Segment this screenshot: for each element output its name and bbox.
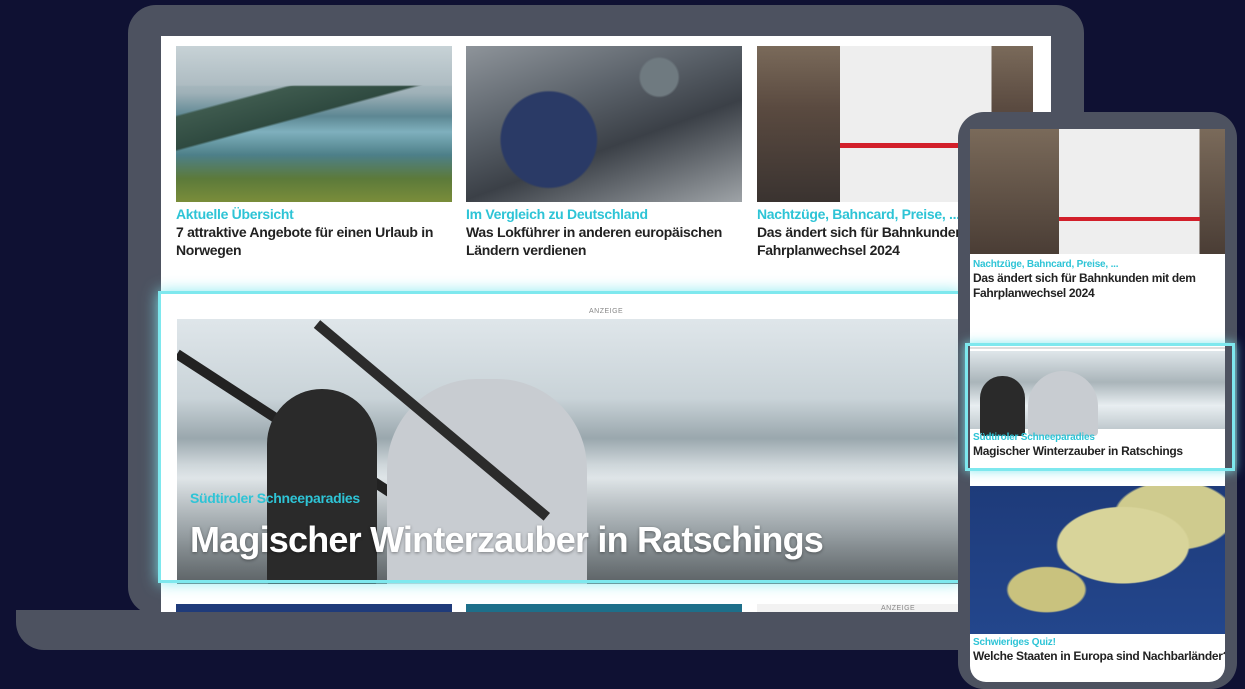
article-headline[interactable]: Welche Staaten in Europa sind Nachbarlän…	[973, 649, 1225, 664]
europe-map-thumbnail[interactable]	[176, 604, 452, 612]
ad-label: ANZEIGE	[881, 605, 916, 612]
article-kicker: Nachtzüge, Bahncard, Preise, ...	[973, 259, 1119, 270]
article-kicker: Aktuelle Übersicht	[176, 206, 294, 222]
phone-article-quiz[interactable]: Schwieriges Quiz! Welche Staaten in Euro…	[970, 634, 1225, 664]
phone-highlight-frame	[965, 343, 1235, 471]
article-card-norway[interactable]: Aktuelle Übersicht 7 attraktive Angebote…	[176, 46, 452, 259]
aurora-thumbnail[interactable]	[466, 604, 742, 612]
norway-fjord-image	[176, 46, 452, 202]
train-cockpit-image	[466, 46, 742, 202]
article-kicker: Im Vergleich zu Deutschland	[466, 206, 648, 222]
article-headline[interactable]: Was Lokführer in anderen europäischen Lä…	[466, 223, 742, 259]
phone-article-fahrplan[interactable]: Nachtzüge, Bahncard, Preise, ... Das änd…	[970, 256, 1225, 301]
hero-highlight-frame	[158, 291, 961, 583]
europe-map-image	[970, 486, 1225, 634]
article-card-lokfuehrer[interactable]: Im Vergleich zu Deutschland Was Lokführe…	[466, 46, 742, 259]
ice-train-image	[970, 129, 1225, 254]
article-headline[interactable]: Das ändert sich für Bahnkunden mit dem F…	[973, 271, 1222, 301]
laptop-base	[16, 610, 1116, 650]
article-headline[interactable]: 7 attraktive Angebote für einen Urlaub i…	[176, 223, 452, 259]
article-kicker: Schwieriges Quiz!	[973, 637, 1056, 648]
